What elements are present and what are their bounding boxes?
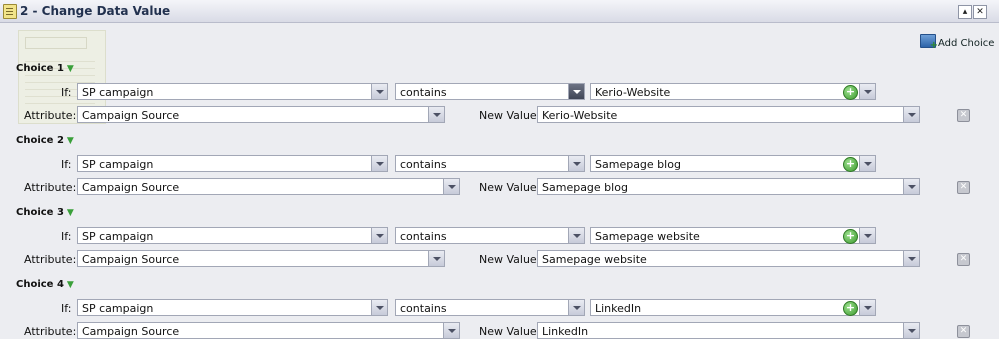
add-value-icon[interactable]: + bbox=[843, 157, 858, 172]
new-value-label: New Value: bbox=[479, 325, 541, 338]
match-value-select[interactable]: Kerio-Website + bbox=[590, 83, 876, 100]
attribute-label: Attribute: bbox=[24, 253, 77, 266]
dropdown-arrow-icon[interactable] bbox=[371, 156, 387, 171]
dropdown-arrow-icon[interactable] bbox=[903, 323, 919, 338]
expand-triangle-icon: ▼ bbox=[66, 64, 74, 74]
new-value-label: New Value: bbox=[479, 109, 541, 122]
attribute-label: Attribute: bbox=[24, 325, 77, 338]
attribute-select[interactable]: Campaign Source bbox=[77, 322, 460, 339]
dropdown-arrow-icon[interactable] bbox=[371, 228, 387, 243]
match-value-select[interactable]: Samepage website + bbox=[590, 227, 876, 244]
add-choice-label: Add Choice bbox=[938, 38, 995, 49]
if-label: If: bbox=[61, 158, 72, 171]
if-field-select[interactable]: SP campaign bbox=[77, 299, 388, 316]
choice-header[interactable]: Choice 4 ▼ bbox=[16, 279, 74, 290]
if-label: If: bbox=[61, 302, 72, 315]
dropdown-arrow-icon[interactable] bbox=[903, 251, 919, 266]
dropdown-arrow-icon[interactable] bbox=[443, 179, 459, 194]
dropdown-arrow-icon[interactable] bbox=[568, 300, 584, 315]
dropdown-arrow-icon[interactable] bbox=[859, 228, 875, 243]
new-value-select[interactable]: Samepage website bbox=[537, 250, 920, 267]
operator-select[interactable]: contains bbox=[395, 227, 585, 244]
if-label: If: bbox=[61, 86, 72, 99]
attribute-label: Attribute: bbox=[24, 181, 77, 194]
attribute-label: Attribute: bbox=[24, 109, 77, 122]
if-field-select[interactable]: SP campaign bbox=[77, 227, 388, 244]
operator-select[interactable]: contains bbox=[395, 155, 585, 172]
dropdown-arrow-icon[interactable] bbox=[859, 156, 875, 171]
dropdown-arrow-icon[interactable] bbox=[428, 251, 444, 266]
add-value-icon[interactable]: + bbox=[843, 85, 858, 100]
choice-header[interactable]: Choice 1 ▼ bbox=[16, 63, 74, 74]
if-field-select[interactable]: SP campaign bbox=[77, 155, 388, 172]
new-value-select[interactable]: Kerio-Website bbox=[537, 106, 920, 123]
operator-select[interactable]: contains bbox=[395, 83, 585, 100]
match-value-select[interactable]: LinkedIn + bbox=[590, 299, 876, 316]
dropdown-arrow-icon[interactable] bbox=[443, 323, 459, 338]
new-value-label: New Value: bbox=[479, 181, 541, 194]
delete-choice-icon[interactable]: ✕ bbox=[957, 109, 970, 122]
dropdown-arrow-icon[interactable] bbox=[903, 179, 919, 194]
collapse-button[interactable]: ▴ bbox=[958, 5, 972, 19]
delete-choice-icon[interactable]: ✕ bbox=[957, 253, 970, 266]
expand-triangle-icon: ▼ bbox=[66, 136, 74, 146]
dropdown-arrow-icon[interactable] bbox=[428, 107, 444, 122]
dropdown-arrow-icon[interactable] bbox=[568, 156, 584, 171]
expand-triangle-icon: ▼ bbox=[66, 208, 74, 218]
new-value-select[interactable]: Samepage blog bbox=[537, 178, 920, 195]
dropdown-arrow-icon[interactable] bbox=[859, 84, 875, 99]
expand-triangle-icon: ▼ bbox=[66, 280, 74, 290]
add-value-icon[interactable]: + bbox=[843, 229, 858, 244]
new-value-label: New Value: bbox=[479, 253, 541, 266]
if-field-select[interactable]: SP campaign bbox=[77, 83, 388, 100]
add-choice-button[interactable]: Add Choice bbox=[920, 34, 995, 51]
operator-select[interactable]: contains bbox=[395, 299, 585, 316]
choice-header[interactable]: Choice 3 ▼ bbox=[16, 207, 74, 218]
dropdown-arrow-icon[interactable] bbox=[371, 300, 387, 315]
close-button[interactable]: ✕ bbox=[973, 5, 987, 19]
flow-step-icon bbox=[3, 4, 17, 19]
add-choice-icon bbox=[920, 34, 938, 51]
add-value-icon[interactable]: + bbox=[843, 301, 858, 316]
dropdown-arrow-icon[interactable] bbox=[568, 228, 584, 243]
attribute-select[interactable]: Campaign Source bbox=[77, 106, 445, 123]
match-value-select[interactable]: Samepage blog + bbox=[590, 155, 876, 172]
choice-header[interactable]: Choice 2 ▼ bbox=[16, 135, 74, 146]
new-value-select[interactable]: LinkedIn bbox=[537, 322, 920, 339]
delete-choice-icon[interactable]: ✕ bbox=[957, 325, 970, 338]
attribute-select[interactable]: Campaign Source bbox=[77, 178, 460, 195]
dropdown-arrow-icon[interactable] bbox=[859, 300, 875, 315]
panel-title: 2 - Change Data Value bbox=[20, 4, 171, 18]
attribute-select[interactable]: Campaign Source bbox=[77, 250, 445, 267]
dropdown-arrow-icon[interactable] bbox=[568, 84, 584, 99]
panel-header: 2 - Change Data Value ▴ ✕ bbox=[0, 0, 999, 23]
delete-choice-icon[interactable]: ✕ bbox=[957, 181, 970, 194]
if-label: If: bbox=[61, 230, 72, 243]
dropdown-arrow-icon[interactable] bbox=[903, 107, 919, 122]
dropdown-arrow-icon[interactable] bbox=[371, 84, 387, 99]
